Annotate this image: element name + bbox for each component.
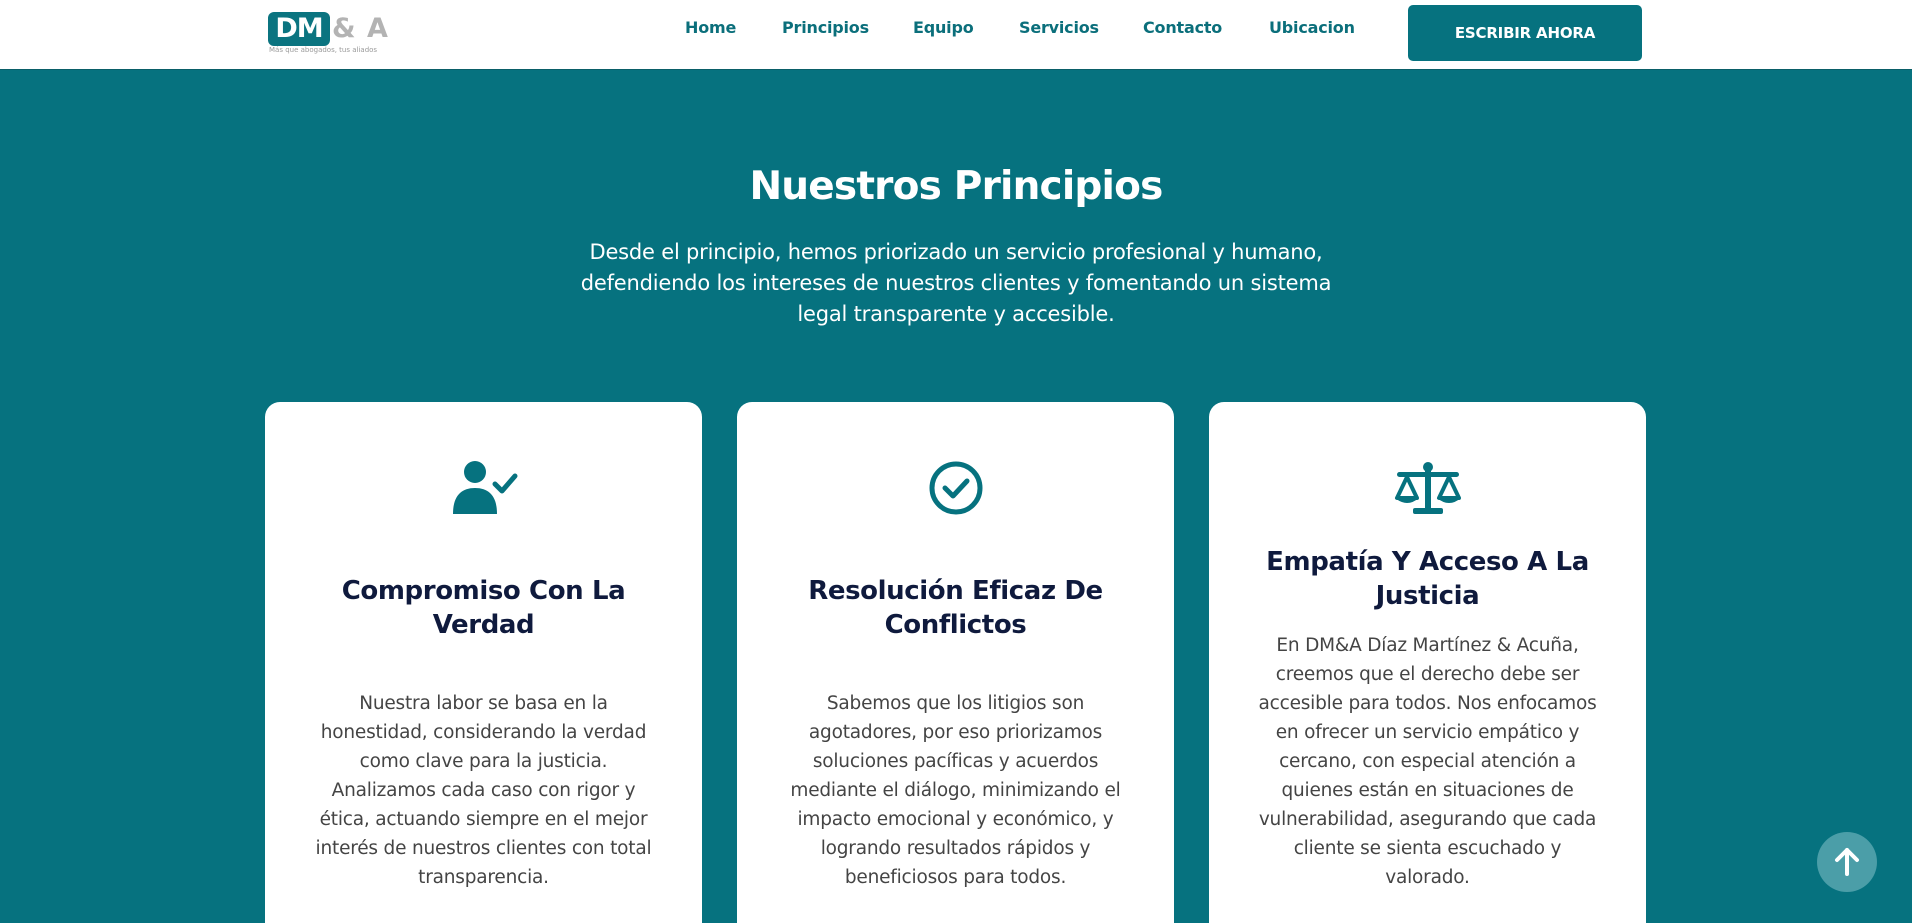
user-check-icon [452,461,517,514]
nav-contacto[interactable]: Contacto [1143,18,1222,37]
card-text: Nuestra labor se basa en la honestidad, … [315,693,652,888]
scale-icon [1394,462,1461,514]
nav-home[interactable]: Home [685,18,736,37]
card-title: Resolución Eficaz De Conflictos [808,576,1103,640]
principle-card-empathy: Empatía Y Acceso A La Justicia En DM&A D… [1209,402,1646,923]
logo-amp: & A [332,13,389,44]
section-intro: Desde el principio, hemos priorizado un … [580,240,1332,326]
write-now-button[interactable]: ESCRIBIR AHORA [1408,5,1642,61]
nav-equipo[interactable]: Equipo [913,18,974,37]
nav-servicios[interactable]: Servicios [1019,18,1099,37]
card-text: En DM&A Díaz Martínez & Acuña, creemos q… [1258,635,1597,888]
card-title: Compromiso Con La Verdad [341,576,626,640]
principle-card-truth: Compromiso Con La Verdad Nuestra labor s… [265,402,702,923]
card-text: Sabemos que los litigios son agotadores,… [790,693,1121,888]
nav-principios[interactable]: Principios [782,18,869,37]
logo-mark: DM [268,12,330,46]
section-title: Nuestros Principios [749,164,1163,209]
check-circle-icon [929,461,982,515]
arrow-up-icon [1835,848,1859,876]
logo[interactable]: DM & A Más que abogados, tus aliados [268,12,390,56]
card-title: Empatía Y Acceso A La Justicia [1266,547,1589,611]
logo-tagline: Más que abogados, tus aliados [269,46,378,54]
principle-card-resolution: Resolución Eficaz De Conflictos Sabemos … [737,402,1174,923]
site-header: DM & A Más que abogados, tus aliados Hom… [0,0,1912,70]
nav-ubicacion[interactable]: Ubicacion [1269,18,1355,37]
scroll-to-top-button[interactable] [1817,832,1877,892]
